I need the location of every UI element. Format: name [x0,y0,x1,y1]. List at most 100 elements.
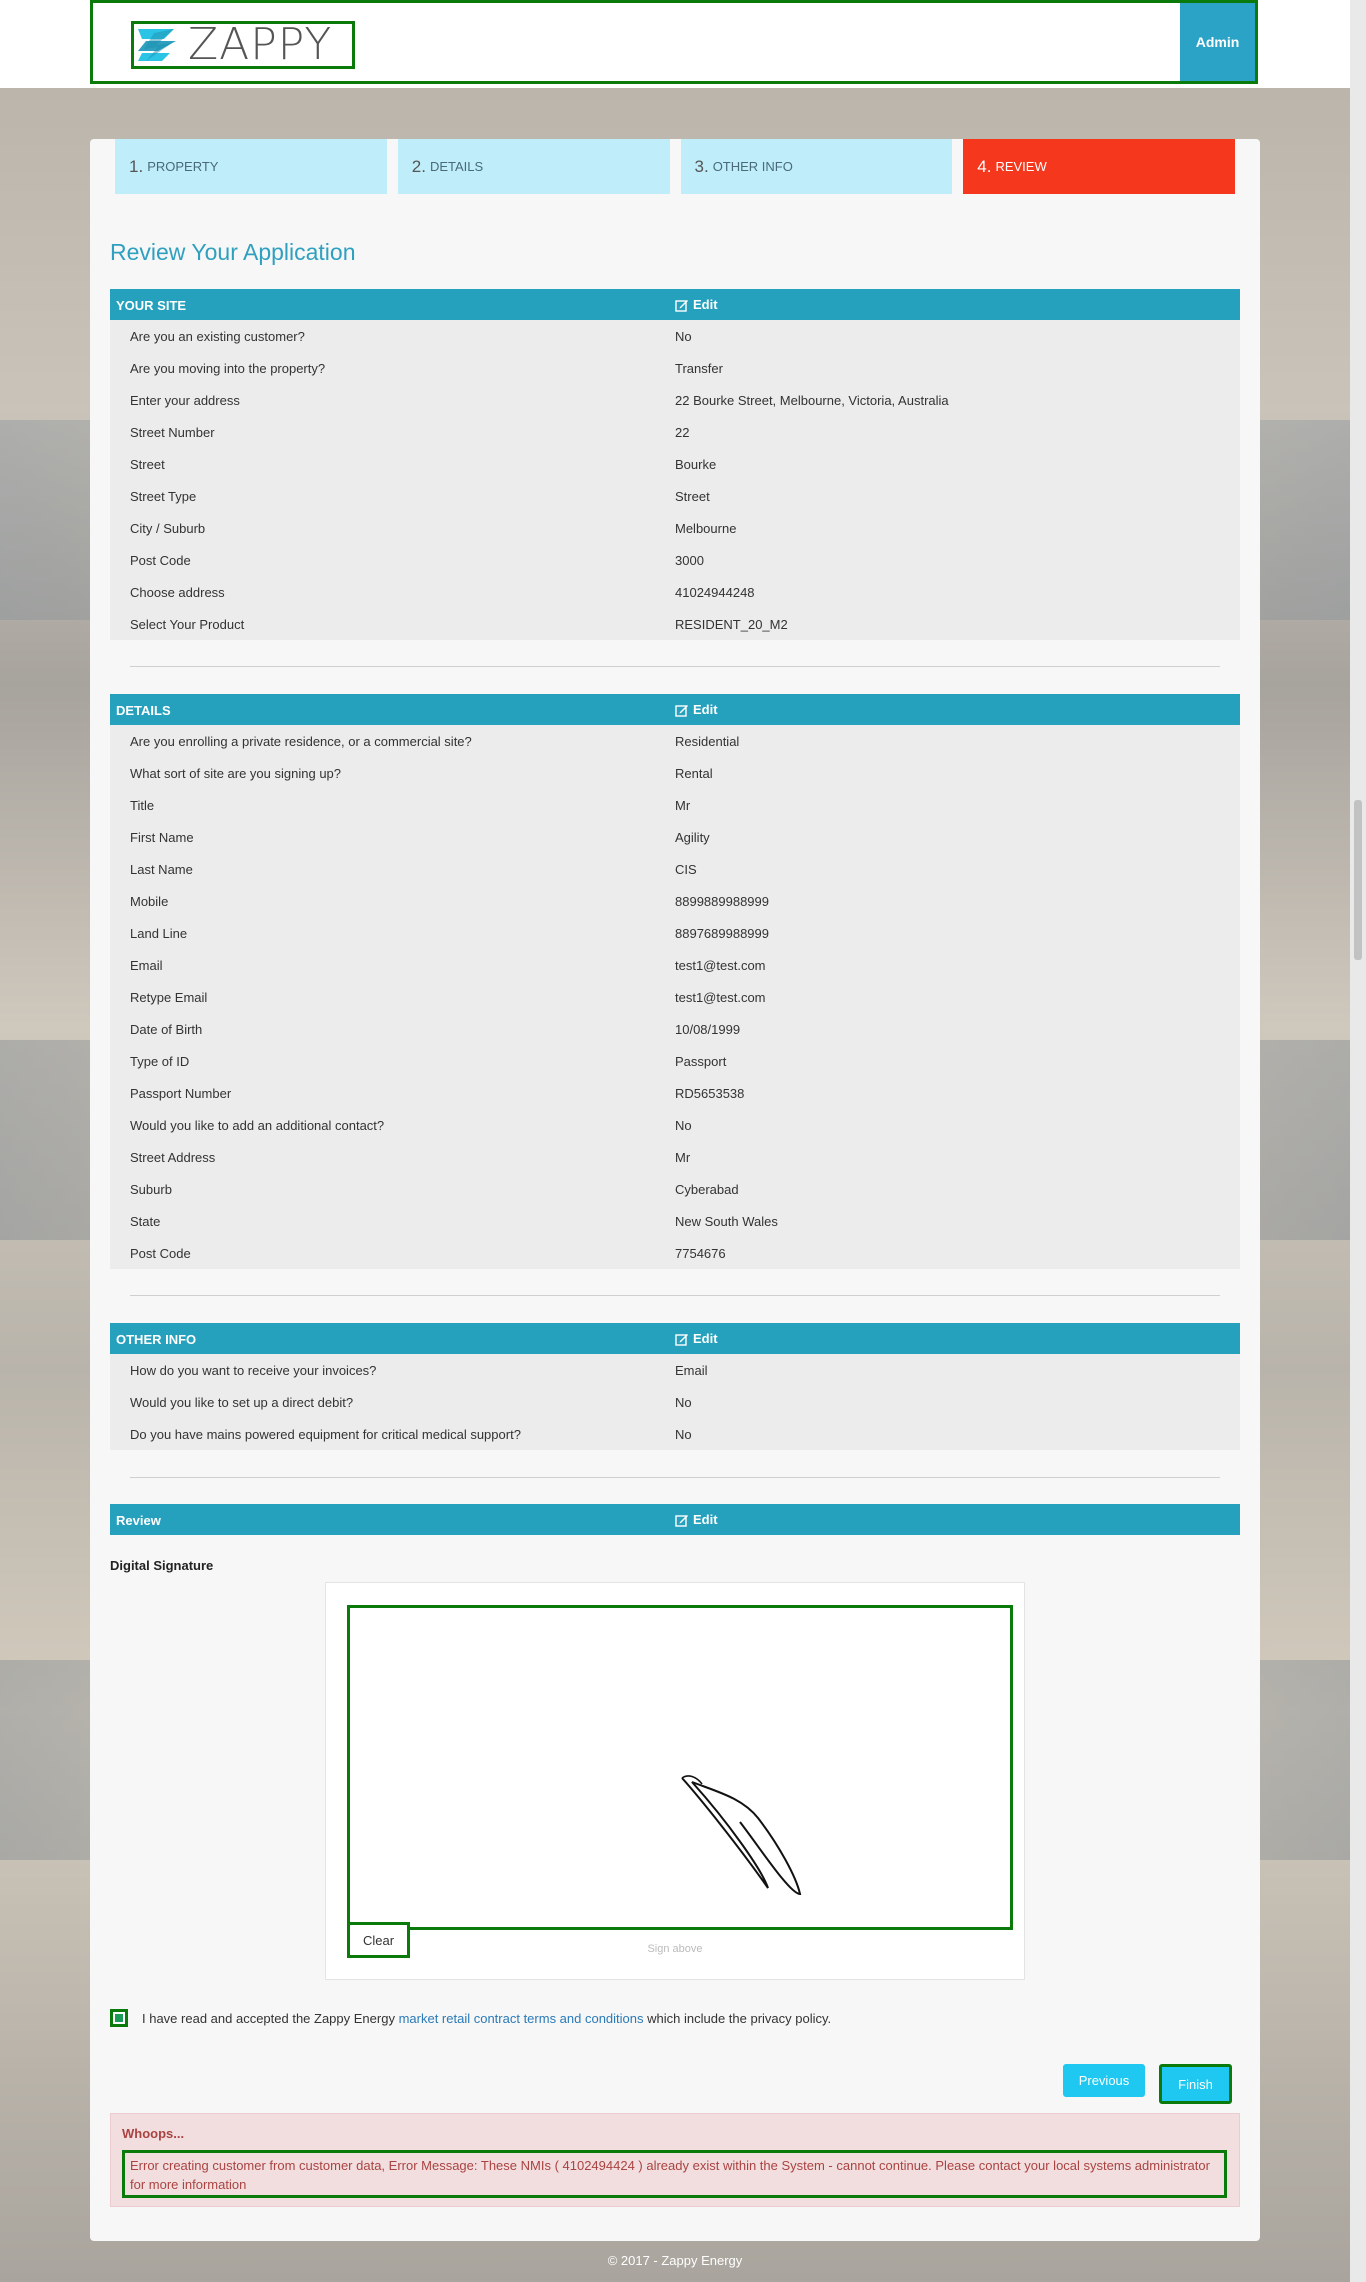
row-label: Street [130,456,165,472]
review-row: Street Type Street [110,480,1240,512]
row-label: State [130,1213,161,1229]
admin-menu-button[interactable]: Admin [1180,3,1255,81]
row-label: Post Code [130,1245,191,1261]
checkmark-icon [115,2014,123,2022]
row-value: Melbourne [675,520,737,536]
review-row: Title Mr [110,789,1240,821]
application-card: 1. PROPERTY 2. DETAILS 3. OTHER INFO 4. REVI… [90,139,1260,2241]
step-property[interactable]: 1. PROPERTY [115,139,387,194]
edit-other-info-button[interactable]: Edit [675,1331,718,1346]
row-label: How do you want to receive your invoices… [130,1362,377,1378]
signature-title: Digital Signature [110,1558,214,1573]
page-scrollbar[interactable] [1350,0,1366,2282]
row-value: No [675,1426,692,1442]
step-label: PROPERTY [147,159,219,174]
row-value: Passport [675,1053,727,1069]
section-title: YOUR SITE [116,298,187,313]
row-label: Land Line [130,925,188,941]
step-number: 2. [411,156,426,176]
section-title: OTHER INFO [116,1332,197,1347]
review-row: Mobile 8899889988999 [110,885,1240,917]
review-row: State New South Wales [110,1205,1240,1237]
edit-details-button[interactable]: Edit [675,702,718,717]
row-value: RESIDENT_20_M2 [675,616,788,632]
section-your-site: YOUR SITE Edit Are you an existing custo… [110,289,1240,640]
section-header: DETAILS Edit [110,694,1240,725]
review-row: Street Number 22 [110,416,1240,448]
step-number: 4. [977,156,992,176]
review-row: Street Bourke [110,448,1240,480]
review-row: Street Address Mr [110,1141,1240,1173]
row-value: No [675,1394,692,1410]
row-label: Date of Birth [130,1021,203,1037]
review-row: Post Code 3000 [110,544,1240,576]
review-row: Date of Birth 10/08/1999 [110,1013,1240,1045]
row-label: Would you like to add an additional cont… [130,1117,385,1133]
row-value: 8897689988999 [675,925,769,941]
row-label: Email [130,957,163,973]
row-label: Retype Email [130,989,208,1005]
section-header: OTHER INFO Edit [110,1323,1240,1354]
review-row: Are you enrolling a private residence, o… [110,725,1240,757]
page-title: Review Your Application [110,239,356,265]
review-row: How do you want to receive your invoices… [110,1354,1240,1386]
scroll-thumb[interactable] [1354,800,1362,960]
review-row: Suburb Cyberabad [110,1173,1240,1205]
review-rows: Are you enrolling a private residence, o… [110,725,1240,1269]
previous-button[interactable]: Previous [1063,2064,1145,2097]
edit-icon [675,1513,689,1527]
section-other-info: OTHER INFO Edit How do you want to recei… [110,1323,1240,1450]
review-row: What sort of site are you signing up? Ren… [110,757,1240,789]
row-value: Street [675,488,710,504]
review-row: Would you like to add an additional cont… [110,1109,1240,1141]
step-details[interactable]: 2. DETAILS [397,139,670,194]
edit-your-site-button[interactable]: Edit [675,297,718,312]
row-value: 22 [675,424,690,440]
terms-checkbox[interactable] [110,2009,128,2027]
terms-acceptance: I have read and accepted the Zappy Energ… [110,2009,831,2027]
row-value: RD5653538 [675,1085,745,1101]
review-row: Email test1@test.com [110,949,1240,981]
review-row: Passport Number RD5653538 [110,1077,1240,1109]
row-label: Mobile [130,893,169,909]
brand-name: ZAPPY [188,19,333,70]
step-label: OTHER INFO [712,159,793,174]
terms-link[interactable]: market retail contract terms and conditi… [399,2011,644,2026]
row-label: Choose address [130,584,225,600]
edit-label: Edit [693,1512,718,1527]
edit-review-button[interactable]: Edit [675,1512,718,1527]
review-row: Choose address 41024944248 [110,576,1240,608]
divider [130,666,1220,667]
review-row: Land Line 8897689988999 [110,917,1240,949]
footer-copyright: © 2017 - Zappy Energy [607,2253,743,2268]
brand-logo[interactable]: ZAPPY [131,21,355,69]
error-message: Error creating customer from customer da… [122,2150,1227,2198]
row-label: Are you moving into the property? [130,360,326,376]
signature-stroke [681,1775,802,1896]
error-title: Whoops... [122,2126,185,2141]
review-row: Type of ID Passport [110,1045,1240,1077]
edit-label: Edit [693,297,718,312]
row-label: Would you like to set up a direct debit? [130,1394,354,1410]
row-value: Bourke [675,456,717,472]
row-value: 41024944248 [675,584,755,600]
row-value: 8899889988999 [675,893,769,909]
review-row: Do you have mains powered equipment for … [110,1418,1240,1450]
review-row: Retype Email test1@test.com [110,981,1240,1013]
row-value: New South Wales [675,1213,778,1229]
step-review[interactable]: 4. REVIEW [963,139,1235,194]
edit-icon [675,1332,689,1346]
row-value: No [675,328,692,344]
step-other-info[interactable]: 3. OTHER INFO [680,139,953,194]
row-label: First Name [130,829,194,845]
edit-icon [675,703,689,717]
signature-canvas[interactable] [347,1605,1013,1930]
row-label: Enter your address [130,392,240,408]
top-bar: ZAPPY Admin [0,0,1350,88]
row-value: Residential [675,733,740,749]
row-value: Mr [675,797,691,813]
row-label: Last Name [130,861,193,877]
finish-button[interactable]: Finish [1159,2064,1232,2104]
navbar: ZAPPY Admin [90,0,1258,84]
divider [130,1477,1220,1478]
